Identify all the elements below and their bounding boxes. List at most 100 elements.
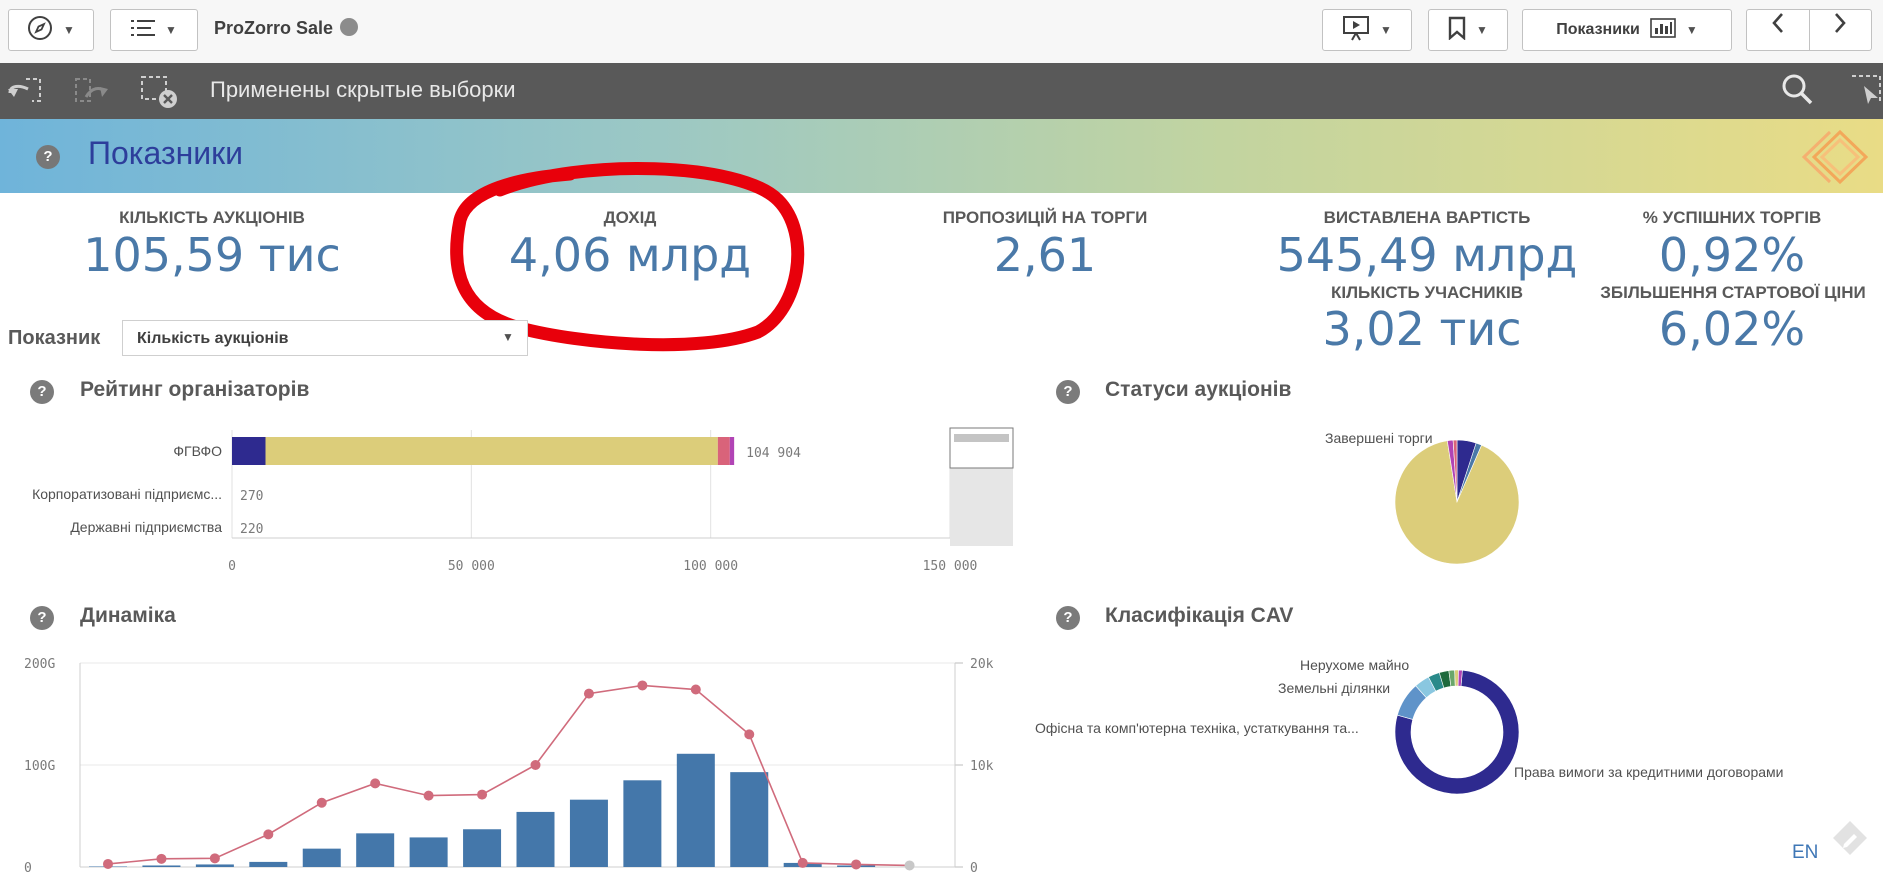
kpi-bids-per-auction-value: 2,61 (993, 228, 1097, 282)
category-label: Корпоратизовані підприємс... (32, 486, 222, 502)
kpi-price-increase-value: 6,02% (1658, 302, 1806, 356)
y-left-tick-label: 100G (24, 759, 55, 774)
line-point (103, 858, 113, 869)
bar (409, 837, 448, 867)
y-right-tick-label: 20k (970, 657, 994, 672)
chevron-down-icon: ▼ (1685, 23, 1698, 37)
metric-dropdown[interactable]: Кількість аукціонів (122, 320, 528, 356)
kpi-success-rate-label: % УСПІШНИХ ТОРГІВ (1642, 208, 1822, 227)
auction-statuses-title[interactable]: Статуси аукціонів (1105, 378, 1291, 402)
step-forward-button[interactable] (72, 75, 108, 107)
data-label: 220 (240, 522, 263, 537)
organizers-rating-title[interactable]: Рейтинг організаторів (80, 378, 309, 402)
line-point (851, 859, 862, 870)
metric-dropdown-value: Кількість аукціонів (137, 330, 289, 347)
line-point (156, 853, 167, 864)
line-point (477, 789, 488, 800)
metric-selector-label: Показник (8, 327, 101, 349)
presentation-icon (1342, 15, 1370, 46)
chevron-down-icon: ▼ (502, 330, 514, 344)
app-info-icon[interactable] (340, 18, 359, 36)
bar (516, 811, 555, 867)
line-point (263, 829, 274, 840)
y-right-tick-label: 0 (970, 861, 978, 876)
help-icon[interactable]: ? (36, 145, 60, 169)
story-button[interactable]: ▼ (1322, 9, 1412, 51)
bookmark-icon (1448, 16, 1466, 45)
bookmarks-button[interactable]: ▼ (1428, 9, 1508, 51)
scrollbar-mini-bar (954, 434, 1009, 442)
pencil-icon (1833, 821, 1867, 855)
top-toolbar: ▼ ▼ ProZorro Sale ▼ ▼ Показники ▼ (0, 0, 1883, 64)
selection-status-text: Применены скрытые выборки (210, 77, 516, 102)
bar (569, 799, 608, 867)
chevron-down-icon: ▼ (1380, 23, 1392, 37)
chevron-down-icon: ▼ (1476, 23, 1488, 37)
auction-statuses-chart[interactable]: Завершені торги (1300, 420, 1580, 580)
bar-segment (729, 437, 735, 465)
line-point (637, 680, 648, 691)
lasso-select-icon (1852, 75, 1881, 104)
list-icon (131, 19, 156, 42)
edit-sheet-button[interactable] (1830, 818, 1870, 863)
compass-icon (27, 15, 53, 46)
slice-label: Права вимоги за кредитними договорами (1514, 764, 1783, 780)
y-left-tick-label: 0 (24, 861, 32, 876)
bar (730, 772, 769, 867)
line-point (209, 853, 220, 864)
bar (142, 865, 181, 867)
clear-selection-icon (141, 76, 177, 108)
help-icon[interactable]: ? (1056, 606, 1080, 630)
navigation-menu-button[interactable]: ▼ (8, 9, 94, 51)
search-button[interactable] (1780, 72, 1814, 111)
cav-classification-chart[interactable]: Нерухоме майно Земельні ділянки Офісна та … (1020, 650, 1840, 800)
bar-segment (232, 437, 266, 465)
dynamics-chart[interactable]: 200G 100G 0 20k 10k 0 (0, 645, 1030, 879)
sheet-chart-icon (1650, 17, 1676, 43)
help-icon[interactable]: ? (1056, 380, 1080, 404)
help-icon[interactable]: ? (30, 380, 54, 404)
undo-selection-icon (8, 78, 41, 102)
bar (623, 780, 662, 867)
language-switch[interactable]: EN (1792, 842, 1818, 864)
sheets-button[interactable]: Показники ▼ (1522, 9, 1732, 51)
clear-selections-button[interactable] (140, 75, 177, 108)
cav-classification-title[interactable]: Класифікація CAV (1105, 604, 1293, 628)
sheet-title: Показники (88, 135, 244, 171)
next-sheet-button[interactable] (1810, 10, 1872, 50)
category-label: Державні підприємства (70, 519, 222, 535)
bar (302, 848, 341, 867)
chevron-down-icon: ▼ (165, 23, 177, 37)
kpi-participants-label: КІЛЬКІСТЬ УЧАСНИКІВ (1330, 283, 1524, 302)
kpi-bids-per-auction-label: ПРОПОЗИЦІЙ НА ТОРГИ (942, 208, 1148, 227)
help-icon[interactable]: ? (30, 606, 54, 630)
bar (249, 861, 288, 867)
line-point (370, 778, 381, 789)
line-point (423, 790, 434, 801)
step-back-button[interactable] (6, 75, 42, 107)
previous-sheet-button[interactable] (1747, 10, 1810, 50)
selection-tool-button[interactable] (1850, 74, 1883, 111)
kpi-auction-count-label: КІЛЬКІСТЬ АУКЦІОНІВ (119, 208, 305, 227)
organizers-rating-chart[interactable]: 0 50 000 100 000 150 000 ФГВФО 104 904 Корпора… (0, 410, 1030, 580)
bar (676, 753, 715, 867)
chevron-left-icon (1772, 13, 1783, 33)
kpi-participants-value: 3,02 тис (1322, 302, 1522, 356)
slice-label: Завершені торги (1325, 430, 1433, 446)
slice-label: Офісна та комп'ютерна техніка, устаткува… (1035, 720, 1359, 736)
y-left-tick-label: 200G (24, 657, 55, 672)
line-point (690, 684, 701, 695)
sheet-header (0, 119, 1883, 193)
line-series (107, 684, 910, 867)
dynamics-title[interactable]: Динаміка (80, 604, 176, 628)
slice-label: Земельні ділянки (1278, 680, 1390, 696)
line-point (583, 688, 594, 699)
app-title: ProZorro Sale (214, 18, 359, 39)
line-point (316, 797, 327, 808)
global-menu-button[interactable]: ▼ (110, 9, 198, 51)
slice-label: Нерухоме майно (1300, 657, 1409, 673)
x-tick-label: 0 (228, 559, 236, 574)
kpi-price-increase-label: ЗБІЛЬШЕННЯ СТАРТОВОЇ ЦІНИ (1600, 283, 1866, 302)
bar (463, 829, 502, 867)
bar (356, 833, 395, 867)
